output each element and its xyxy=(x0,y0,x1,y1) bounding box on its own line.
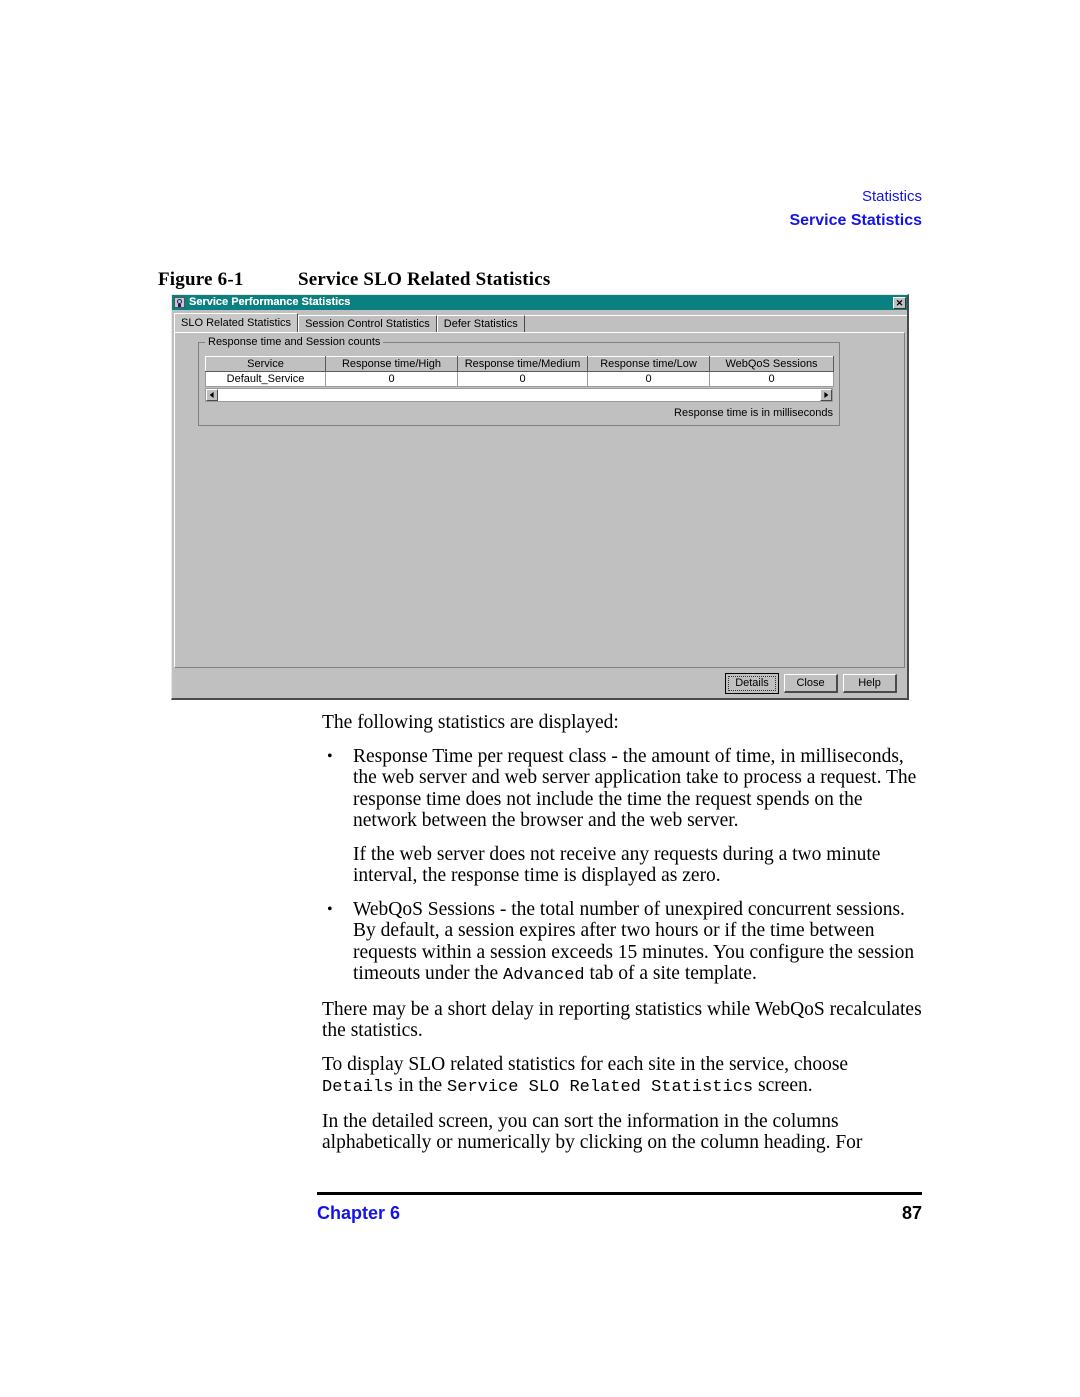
tab-slo-related-statistics[interactable]: SLO Related Statistics xyxy=(174,313,299,332)
body-content: The following statistics are displayed: … xyxy=(322,712,922,1166)
intro-paragraph: The following statistics are displayed: xyxy=(322,712,619,733)
bullet-response-time-text: Response Time per request class - the am… xyxy=(353,745,917,832)
column-header-webqos-sessions[interactable]: WebQoS Sessions xyxy=(709,356,834,372)
cell-response-time-high: 0 xyxy=(325,371,458,387)
note-zero-response-time: If the web server does not receive any r… xyxy=(353,843,881,887)
bullet-glyph: • xyxy=(327,900,333,918)
help-button[interactable]: Help xyxy=(843,673,897,693)
tab-strip-filler xyxy=(524,315,907,332)
column-header-service[interactable]: Service xyxy=(205,356,326,372)
cell-webqos-sessions: 0 xyxy=(709,371,834,387)
cell-response-time-medium: 0 xyxy=(457,371,588,387)
figure-title: Service SLO Related Statistics xyxy=(298,269,551,290)
dialog-button-bar: Details Close Help xyxy=(174,670,905,696)
app-icon xyxy=(174,297,185,308)
column-header-response-time-medium[interactable]: Response time/Medium xyxy=(457,356,588,372)
close-icon[interactable]: ✕ xyxy=(893,296,906,309)
bullet-glyph: • xyxy=(327,747,333,765)
scroll-left-arrow-icon[interactable] xyxy=(206,389,218,401)
cell-response-time-low: 0 xyxy=(587,371,710,387)
running-head-section: Statistics xyxy=(861,188,922,205)
details-text-a: To display SLO related statistics for ea… xyxy=(322,1053,849,1075)
tab-panel-slo-related-statistics: Response time and Session counts Service… xyxy=(174,332,905,668)
page-footer: Chapter 6 87 xyxy=(317,1203,922,1224)
dialog-title: Service Performance Statistics xyxy=(189,296,351,308)
bullet-response-time: • Response Time per request class - the … xyxy=(322,746,922,832)
details-code: Details xyxy=(322,1078,394,1097)
footer-page-number: 87 xyxy=(901,1203,922,1223)
figure-caption: Figure 6-1 Service SLO Related Statistics xyxy=(158,269,550,291)
running-head-subsection: Service Statistics xyxy=(789,212,922,229)
bullet-webqos-sessions: • WebQoS Sessions - the total number of … xyxy=(322,899,922,987)
tab-session-control-statistics[interactable]: Session Control Statistics xyxy=(298,315,437,332)
dialog-titlebar: Service Performance Statistics ✕ xyxy=(172,295,907,310)
units-note: Response time is in milliseconds xyxy=(674,407,833,419)
scroll-right-arrow-icon[interactable] xyxy=(820,389,832,401)
close-button[interactable]: Close xyxy=(784,673,838,693)
details-button[interactable]: Details xyxy=(725,672,779,694)
paragraph-reporting-delay: There may be a short delay in reporting … xyxy=(322,998,922,1042)
table-horizontal-scrollbar[interactable] xyxy=(205,388,833,402)
footer-rule xyxy=(317,1192,922,1195)
cell-service: Default_Service xyxy=(205,371,326,387)
column-header-response-time-high[interactable]: Response time/High xyxy=(325,356,458,372)
table-row[interactable]: Default_Service 0 0 0 0 xyxy=(205,371,834,387)
advanced-tab-code: Advanced xyxy=(503,966,585,985)
details-text-c: screen. xyxy=(753,1075,813,1096)
table-header-row: Service Response time/High Response time… xyxy=(205,356,834,372)
details-text-b: in the xyxy=(393,1075,448,1096)
column-header-response-time-low[interactable]: Response time/Low xyxy=(587,356,710,372)
figure-number: Figure 6-1 xyxy=(158,269,244,290)
tab-bar: SLO Related Statistics Session Control S… xyxy=(174,313,907,332)
footer-chapter: Chapter 6 xyxy=(317,1203,401,1223)
slo-screen-code: Service SLO Related Statistics xyxy=(447,1078,754,1097)
focus-ring xyxy=(728,675,776,691)
service-performance-statistics-dialog: Service Performance Statistics ✕ SLO Rel… xyxy=(171,294,909,700)
paragraph-sorting: In the detailed screen, you can sort the… xyxy=(322,1110,863,1154)
tab-defer-statistics[interactable]: Defer Statistics xyxy=(436,315,525,332)
bullet-webqos-text-b: tab of a site template. xyxy=(584,963,757,984)
statistics-table: Service Response time/High Response time… xyxy=(205,356,834,387)
paragraph-display-details: To display SLO related statistics for ea… xyxy=(322,1054,922,1099)
response-time-session-counts-group: Response time and Session counts Service… xyxy=(198,336,840,426)
group-legend: Response time and Session counts xyxy=(205,336,384,348)
